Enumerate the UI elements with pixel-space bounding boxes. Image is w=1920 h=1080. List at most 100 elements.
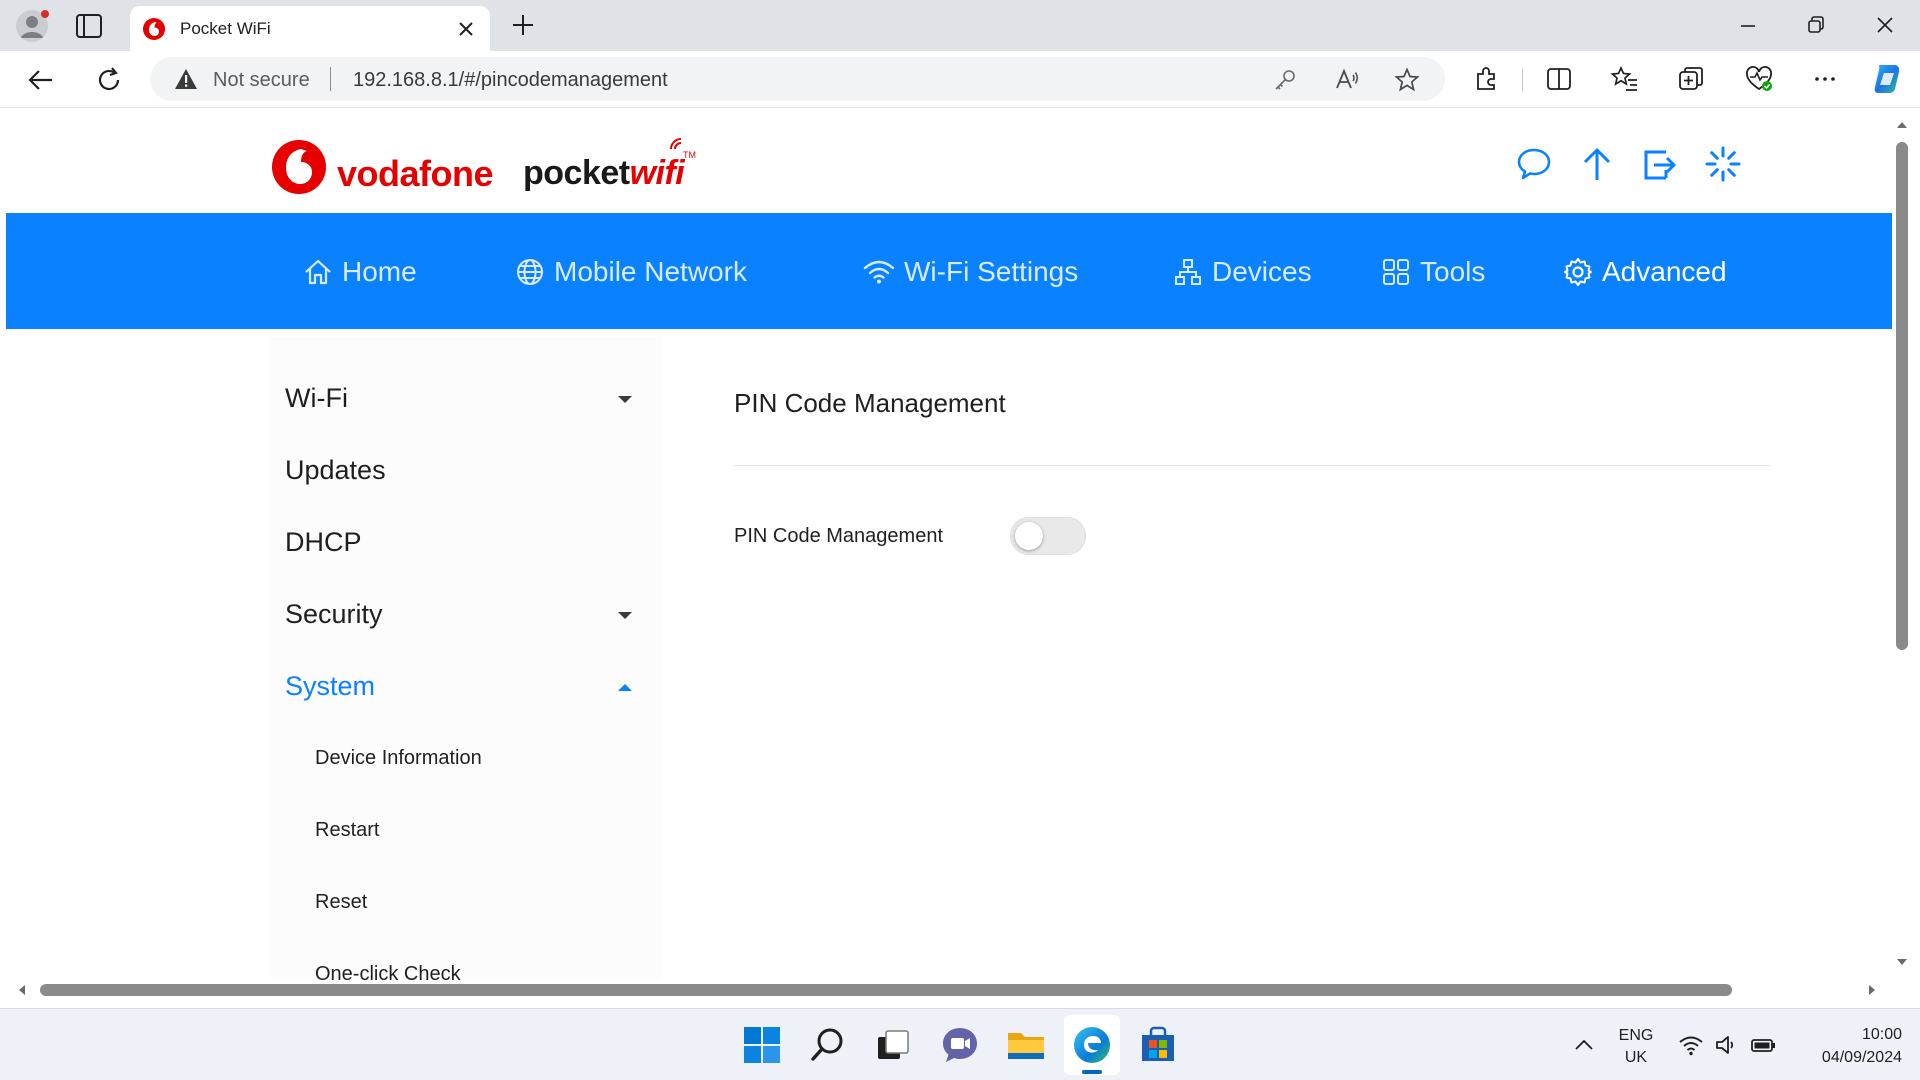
nav-home-label: Home (342, 256, 417, 287)
sidebar-subitem-label: Device Information (315, 747, 482, 769)
sidebar-subitem-label: Restart (315, 819, 380, 841)
show-hidden-icons-chevron-icon[interactable] (1572, 1033, 1596, 1057)
url-text[interactable]: 192.168.8.1/#/pincodemanagement (353, 69, 668, 92)
split-screen-icon[interactable] (1544, 64, 1574, 94)
sidebar-subitem-device-information[interactable]: Device Information (271, 741, 641, 777)
nav-tools-label: Tools (1420, 256, 1486, 287)
restore-icon[interactable] (1801, 10, 1831, 40)
gear-icon (1564, 258, 1592, 286)
sidebar-item-label: DHCP (285, 527, 362, 557)
nav-mobile-network-label: Mobile Network (554, 256, 747, 287)
caret-down-icon (618, 396, 632, 403)
content-divider (734, 465, 1770, 466)
tools-icon (1383, 259, 1409, 285)
close-window-icon[interactable] (1870, 10, 1900, 40)
globe-icon (517, 259, 543, 285)
new-tab-icon[interactable] (508, 10, 538, 40)
product-name-accent: wifi (629, 154, 685, 192)
profile-icon[interactable] (14, 8, 50, 44)
sidebar: Wi-Fi Updates DHCP Security System Devic… (271, 337, 661, 987)
wifi-status-icon (1679, 1036, 1703, 1056)
key-icon[interactable] (1272, 67, 1298, 93)
sidebar-item-system[interactable]: System (271, 667, 641, 707)
scroll-right-icon[interactable] (1864, 982, 1880, 998)
main-navigation: Home Mobile Network Wi-Fi Settings Devic… (6, 213, 1892, 329)
read-aloud-icon[interactable] (1334, 67, 1360, 93)
clock-date: 04/09/2024 (1821, 1049, 1902, 1066)
nav-wifi-settings-label: Wi-Fi Settings (904, 256, 1079, 287)
browser-essentials-icon[interactable] (1744, 64, 1774, 94)
horizontal-scrollbar-thumb[interactable] (40, 984, 1732, 996)
page-title: PIN Code Management (734, 388, 1006, 418)
tab-actions-icon[interactable] (74, 12, 104, 40)
message-icon[interactable] (1514, 144, 1554, 184)
home-icon (305, 259, 331, 285)
clock[interactable]: 10:00 04/09/2024 (1790, 1023, 1902, 1069)
pin-code-management-toggle[interactable] (1010, 517, 1086, 555)
devices-icon (1175, 259, 1201, 285)
scroll-left-icon[interactable] (14, 982, 30, 998)
windows-start-icon[interactable] (740, 1023, 784, 1067)
browser-tab[interactable]: Pocket WiFi (130, 6, 490, 51)
refresh-icon[interactable] (92, 63, 126, 97)
microsoft-store-icon[interactable] (1136, 1023, 1180, 1067)
nav-wifi-settings[interactable]: Wi-Fi Settings (862, 254, 1078, 290)
sidebar-subitem-label: Reset (315, 891, 368, 913)
nav-tools[interactable]: Tools (1380, 254, 1485, 290)
sidebar-item-label: Updates (285, 455, 386, 485)
sidebar-item-dhcp[interactable]: DHCP (271, 523, 641, 563)
scroll-down-icon[interactable] (1894, 954, 1910, 970)
collections-icon[interactable] (1676, 64, 1706, 94)
language-code: ENG (1618, 1027, 1654, 1044)
browser-tab-bar: Pocket WiFi (0, 0, 1920, 51)
not-secure-label[interactable]: Not secure (213, 69, 310, 92)
edge-browser-icon[interactable] (1070, 1023, 1114, 1067)
battery-icon (1751, 1039, 1775, 1052)
volume-icon (1716, 1036, 1734, 1054)
address-bar[interactable]: Not secure 192.168.8.1/#/pincodemanageme… (150, 57, 1445, 101)
page-viewport: vodafone pocketwifi TM Home Mobile Netwo… (6, 109, 1892, 987)
tab-title: Pocket WiFi (180, 19, 271, 38)
vodafone-favicon-icon (143, 18, 165, 40)
back-arrow-icon[interactable] (24, 63, 58, 97)
extensions-icon[interactable] (1472, 64, 1502, 94)
taskbar: ENG UK 10:00 04/09/2024 (0, 1008, 1920, 1080)
upload-icon[interactable] (1577, 144, 1617, 184)
sidebar-item-wifi[interactable]: Wi-Fi (271, 379, 641, 419)
wifi-icon (863, 260, 895, 284)
more-options-icon[interactable] (1810, 64, 1840, 94)
nav-advanced[interactable]: Advanced (1562, 254, 1727, 290)
sidebar-item-updates[interactable]: Updates (271, 451, 641, 491)
taskbar-active-indicator (1082, 1070, 1102, 1074)
input-language-indicator[interactable]: ENG UK (1614, 1025, 1658, 1069)
keyboard-layout: UK (1624, 1049, 1648, 1066)
vertical-scrollbar-thumb[interactable] (1896, 142, 1908, 650)
copilot-icon[interactable] (1870, 61, 1906, 97)
nav-advanced-label: Advanced (1602, 256, 1727, 287)
vodafone-logo-icon (272, 140, 326, 194)
close-tab-icon[interactable] (454, 17, 478, 41)
sidebar-item-security[interactable]: Security (271, 595, 641, 635)
nav-devices[interactable]: Devices (1172, 254, 1312, 290)
teams-chat-icon[interactable] (938, 1023, 982, 1067)
nav-home[interactable]: Home (302, 254, 417, 290)
favorite-star-icon[interactable] (1394, 67, 1420, 93)
sidebar-subitem-restart[interactable]: Restart (271, 813, 641, 849)
scroll-up-icon[interactable] (1894, 117, 1910, 133)
sidebar-item-label: System (285, 671, 376, 701)
minimize-icon[interactable] (1733, 10, 1763, 40)
loading-icon[interactable] (1703, 144, 1743, 184)
favorites-icon[interactable] (1610, 64, 1640, 94)
sidebar-item-label: Wi-Fi (285, 383, 348, 413)
warning-icon[interactable] (174, 68, 198, 90)
sidebar-subitem-reset[interactable]: Reset (271, 885, 641, 921)
nav-mobile-network[interactable]: Mobile Network (514, 254, 747, 290)
brand-name: vodafone (337, 153, 494, 194)
search-icon[interactable] (806, 1023, 850, 1067)
file-explorer-icon[interactable] (1004, 1023, 1048, 1067)
logout-icon[interactable] (1640, 144, 1680, 184)
nav-devices-label: Devices (1212, 256, 1312, 287)
trademark: TM (683, 150, 696, 160)
browser-toolbar: Not secure 192.168.8.1/#/pincodemanageme… (0, 51, 1920, 108)
task-view-icon[interactable] (870, 1023, 914, 1067)
